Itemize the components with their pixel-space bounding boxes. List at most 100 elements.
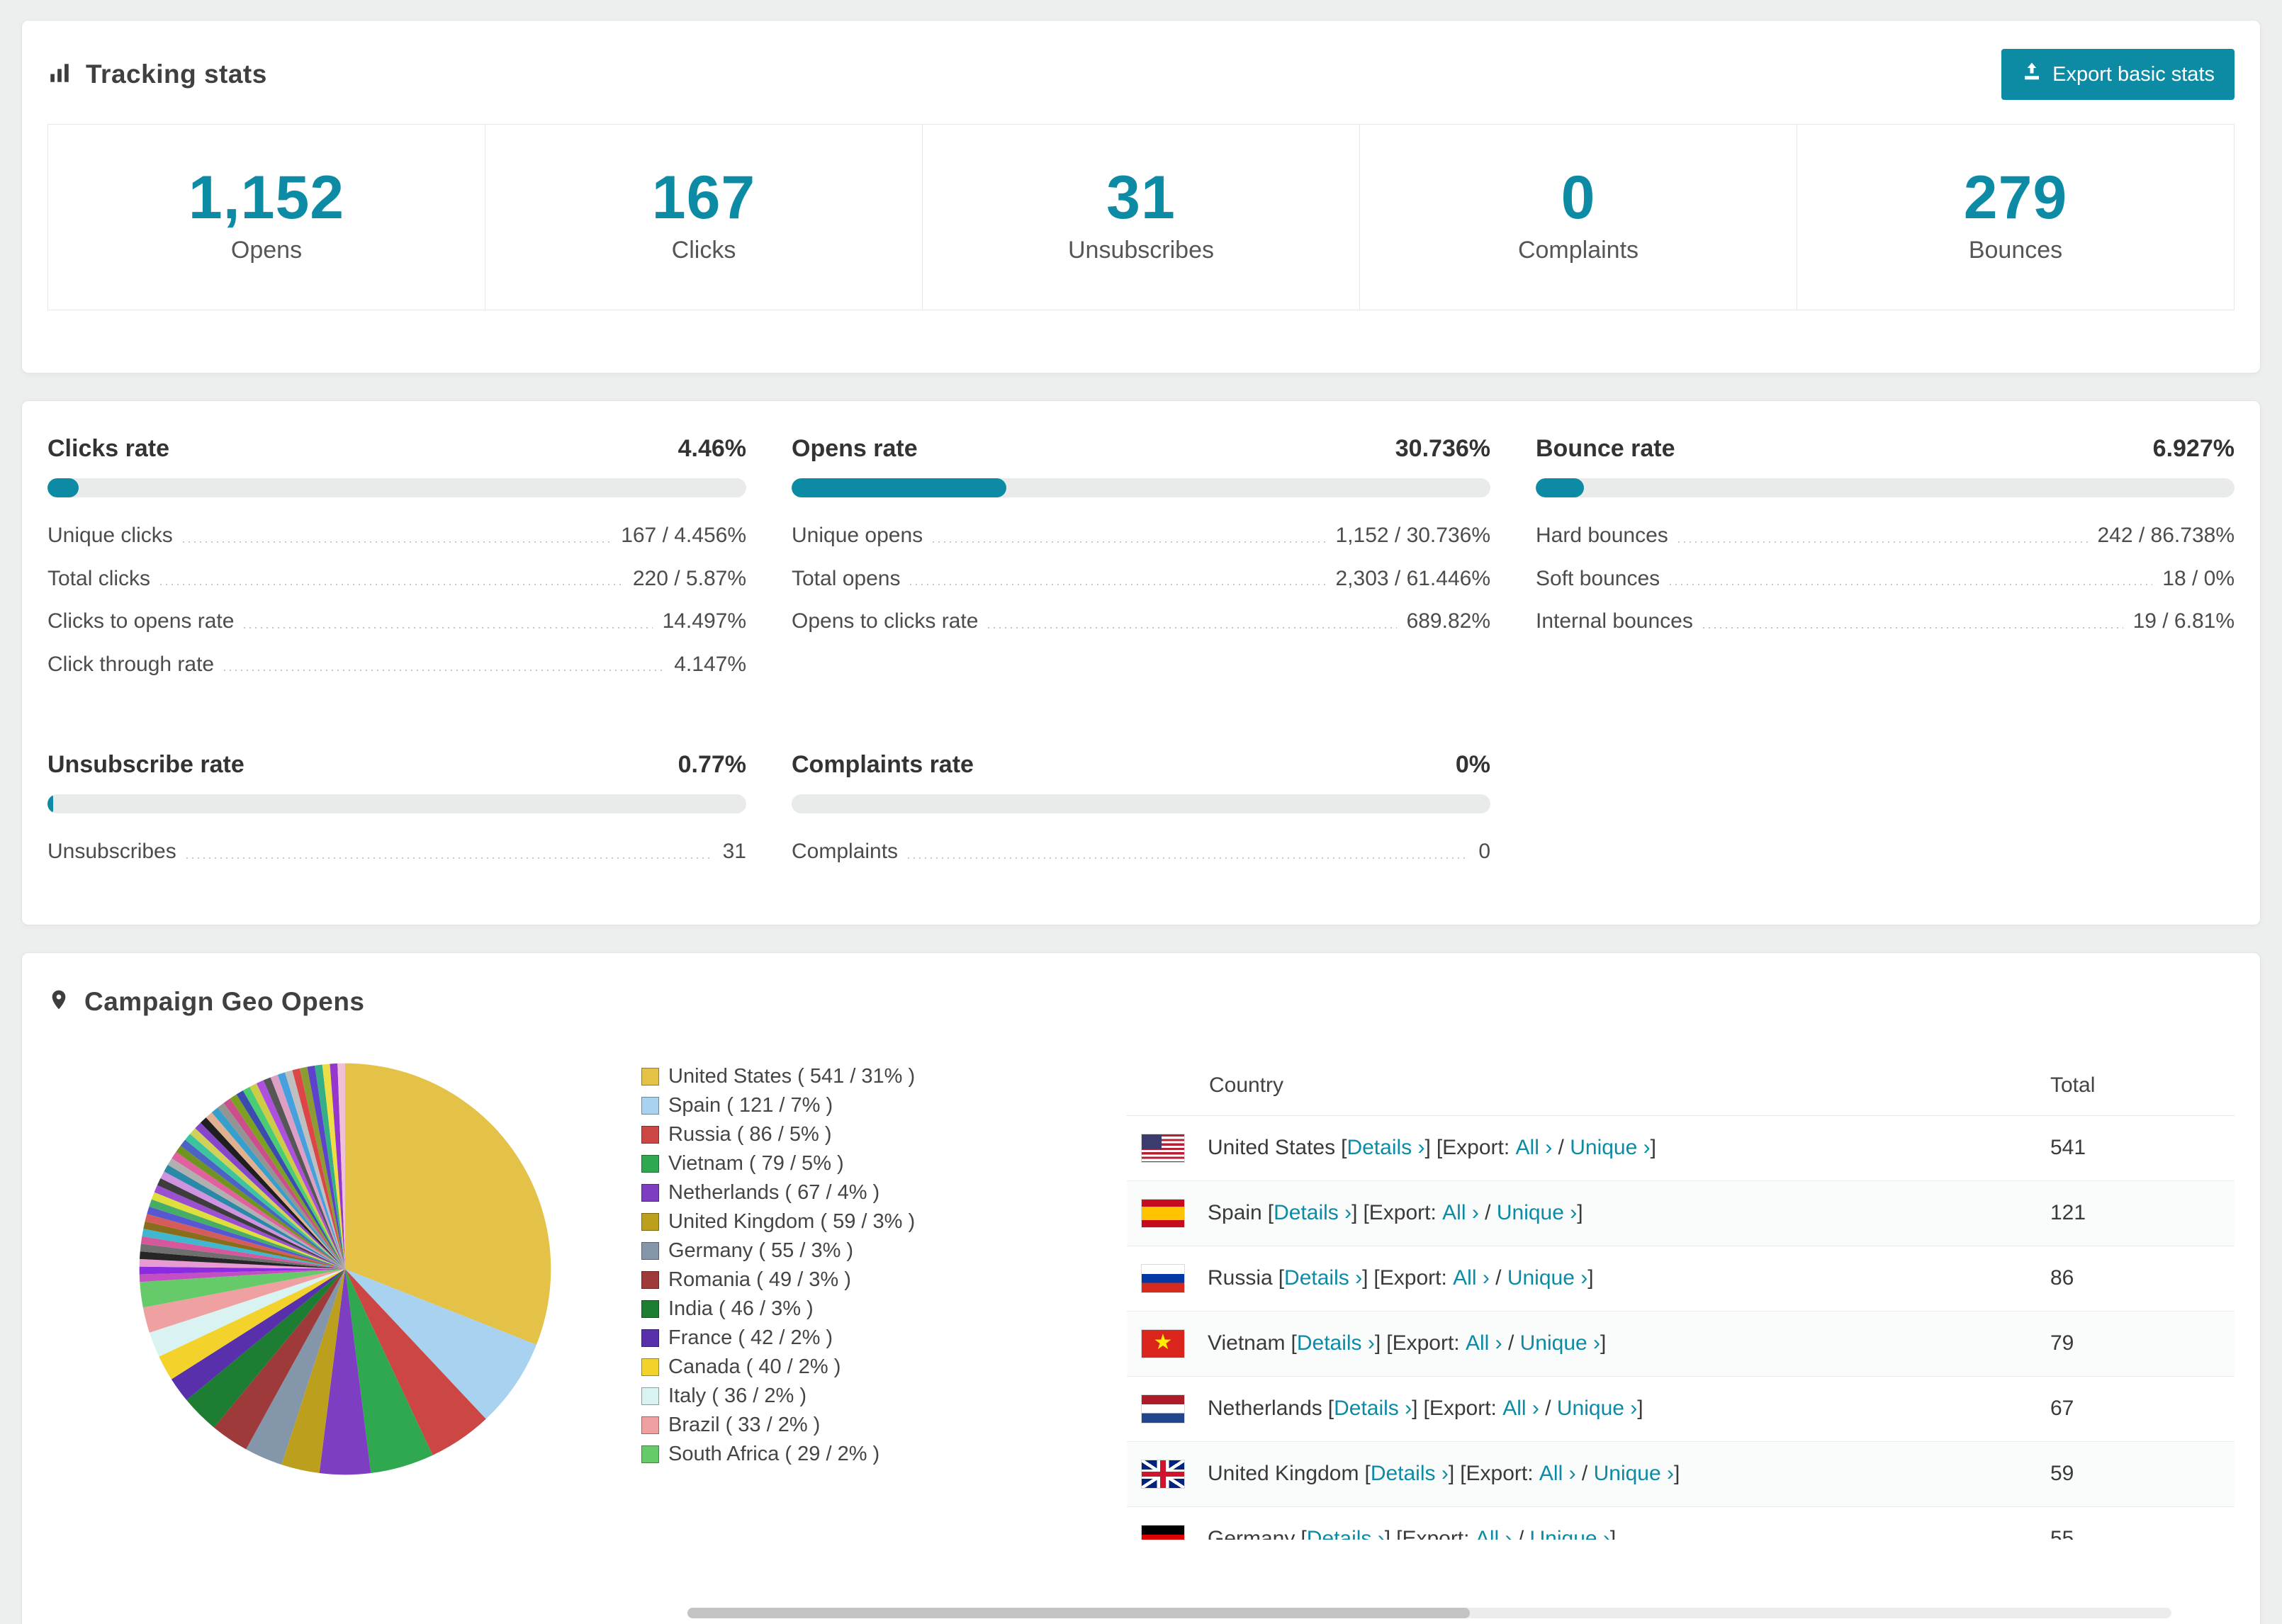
details-link[interactable]: Details › bbox=[1284, 1266, 1362, 1290]
bracket: ] bbox=[1351, 1201, 1358, 1225]
progress-fill bbox=[792, 478, 1007, 498]
rate-row: Click through rate 4.147% bbox=[47, 643, 746, 687]
details-link[interactable]: Details › bbox=[1347, 1136, 1424, 1160]
legend-label: Italy ( 36 / 2% ) bbox=[668, 1384, 807, 1407]
stat-value: 0 bbox=[1561, 164, 1596, 232]
rate-row: Hard bounces 242 / 86.738% bbox=[1536, 514, 2235, 558]
bracket: [ bbox=[1327, 1397, 1334, 1421]
rate-percentage: 0% bbox=[1455, 751, 1490, 779]
dotted-leader bbox=[933, 541, 1326, 543]
rate-row: Unsubscribes 31 bbox=[47, 830, 746, 874]
export-unique-link[interactable]: Unique › bbox=[1507, 1266, 1587, 1290]
rate-title: Unsubscribe rate bbox=[47, 751, 244, 779]
progress-bar bbox=[47, 794, 746, 814]
details-link[interactable]: Details › bbox=[1334, 1397, 1412, 1421]
stats-row: 1,152 Opens 167 Clicks 31 Unsubscribes 0… bbox=[47, 124, 2235, 311]
export-all-link[interactable]: All › bbox=[1453, 1266, 1490, 1290]
bracket: [ bbox=[1291, 1331, 1297, 1355]
details-link[interactable]: Details › bbox=[1307, 1527, 1385, 1540]
legend-label: United Kingdom ( 59 / 3% ) bbox=[668, 1209, 916, 1233]
rate-row: Total clicks 220 / 5.87% bbox=[47, 558, 746, 601]
rate-row: Opens to clicks rate 689.82% bbox=[792, 600, 1490, 643]
horizontal-scrollbar-track[interactable] bbox=[687, 1608, 2171, 1618]
export-basic-stats-button[interactable]: Export basic stats bbox=[2001, 49, 2235, 100]
rate-head: Bounce rate 6.927% bbox=[1536, 435, 2235, 463]
export-unique-link[interactable]: Unique › bbox=[1497, 1201, 1577, 1225]
rate-percentage: 4.46% bbox=[678, 435, 746, 463]
vn-flag-icon bbox=[1141, 1329, 1185, 1358]
legend-item-vietnam: Vietnam ( 79 / 5% ) bbox=[641, 1149, 946, 1178]
rate-row-label: Soft bounces bbox=[1536, 566, 1660, 590]
column-header-total: Total bbox=[2050, 1073, 2096, 1098]
bracket: ] bbox=[1600, 1331, 1607, 1355]
rate-block-opens-rate: Opens rate 30.736% Unique opens 1,152 / … bbox=[792, 435, 1490, 686]
export-unique-link[interactable]: Unique › bbox=[1530, 1527, 1610, 1540]
dotted-leader bbox=[910, 584, 1326, 586]
export-label: Export: bbox=[1442, 1136, 1516, 1160]
dotted-leader bbox=[160, 584, 623, 586]
legend-label: Germany ( 55 / 3% ) bbox=[668, 1239, 854, 1262]
bracket: ] bbox=[1448, 1462, 1455, 1486]
horizontal-scrollbar-thumb[interactable] bbox=[687, 1608, 1470, 1618]
country-total: 55 bbox=[2050, 1527, 2074, 1540]
stat-box-clicks: 167 Clicks bbox=[485, 125, 922, 310]
location-pin-icon bbox=[47, 988, 70, 1015]
export-all-link[interactable]: All › bbox=[1539, 1462, 1576, 1486]
export-unique-link[interactable]: Unique › bbox=[1570, 1136, 1650, 1160]
country-name: United States bbox=[1208, 1136, 1336, 1160]
progress-fill bbox=[47, 478, 79, 498]
export-all-link[interactable]: All › bbox=[1442, 1201, 1479, 1225]
rate-title: Opens rate bbox=[792, 435, 918, 463]
bracket: ] bbox=[1362, 1266, 1368, 1290]
export-all-link[interactable]: All › bbox=[1516, 1136, 1553, 1160]
progress-bar bbox=[792, 478, 1490, 498]
stat-label: Clicks bbox=[671, 237, 736, 264]
geo-table-row-us: United States [Details ›] [Export: All ›… bbox=[1127, 1115, 2235, 1181]
stat-label: Complaints bbox=[1517, 237, 1639, 264]
progress-bar bbox=[792, 794, 1490, 814]
geo-pie-chart bbox=[139, 1063, 551, 1475]
rate-row-label: Hard bounces bbox=[1536, 524, 1668, 548]
export-all-link[interactable]: All › bbox=[1466, 1331, 1502, 1355]
us-flag-icon bbox=[1141, 1133, 1185, 1163]
export-unique-link[interactable]: Unique › bbox=[1594, 1462, 1674, 1486]
rate-head: Complaints rate 0% bbox=[792, 751, 1490, 779]
details-link[interactable]: Details › bbox=[1274, 1201, 1351, 1225]
geo-table-row-de: Germany [Details ›] [Export: All › / Uni… bbox=[1127, 1506, 2235, 1540]
es-flag-icon bbox=[1141, 1198, 1185, 1228]
details-link[interactable]: Details › bbox=[1371, 1462, 1449, 1486]
legend-item-italy: Italy ( 36 / 2% ) bbox=[641, 1382, 946, 1411]
bracket: ] bbox=[1412, 1397, 1418, 1421]
de-flag-icon bbox=[1141, 1524, 1185, 1540]
legend-item-russia: Russia ( 86 / 5% ) bbox=[641, 1120, 946, 1149]
rate-rows: Unique clicks 167 / 4.456% Total clicks … bbox=[47, 514, 746, 686]
rate-row-label: Unique clicks bbox=[47, 524, 173, 548]
legend-item-spain: Spain ( 121 / 7% ) bbox=[641, 1091, 946, 1120]
legend-item-germany: Germany ( 55 / 3% ) bbox=[641, 1236, 946, 1265]
rates-grid: Clicks rate 4.46% Unique clicks 167 / 4.… bbox=[47, 435, 2235, 874]
legend-swatch bbox=[641, 1096, 659, 1115]
export-all-link[interactable]: All › bbox=[1476, 1527, 1512, 1540]
export-label: Export: bbox=[1402, 1527, 1476, 1540]
legend-swatch bbox=[641, 1125, 659, 1144]
export-button-label: Export basic stats bbox=[2052, 62, 2215, 86]
tracking-stats-title-group: Tracking stats bbox=[47, 60, 267, 89]
legend-label: Vietnam ( 79 / 5% ) bbox=[668, 1151, 844, 1175]
rate-row-value: 220 / 5.87% bbox=[632, 566, 746, 590]
slash: / bbox=[1478, 1201, 1497, 1225]
geo-table-row-gb: United Kingdom [Details ›] [Export: All … bbox=[1127, 1441, 2235, 1507]
details-link[interactable]: Details › bbox=[1297, 1331, 1375, 1355]
rate-row-value: 14.497% bbox=[662, 609, 746, 633]
rate-rows: Hard bounces 242 / 86.738% Soft bounces … bbox=[1536, 514, 2235, 643]
export-unique-link[interactable]: Unique › bbox=[1520, 1331, 1600, 1355]
export-unique-link[interactable]: Unique › bbox=[1557, 1397, 1637, 1421]
country-total: 79 bbox=[2050, 1331, 2074, 1355]
legend-item-brazil: Brazil ( 33 / 2% ) bbox=[641, 1411, 946, 1440]
export-all-link[interactable]: All › bbox=[1502, 1397, 1539, 1421]
slash: / bbox=[1552, 1136, 1570, 1160]
rate-row-value: 2,303 / 61.446% bbox=[1335, 566, 1490, 590]
rate-row-label: Unique opens bbox=[792, 524, 923, 548]
country-name: United Kingdom bbox=[1208, 1462, 1359, 1486]
bracket: ] bbox=[1650, 1136, 1656, 1160]
rate-row-value: 19 / 6.81% bbox=[2132, 609, 2235, 633]
